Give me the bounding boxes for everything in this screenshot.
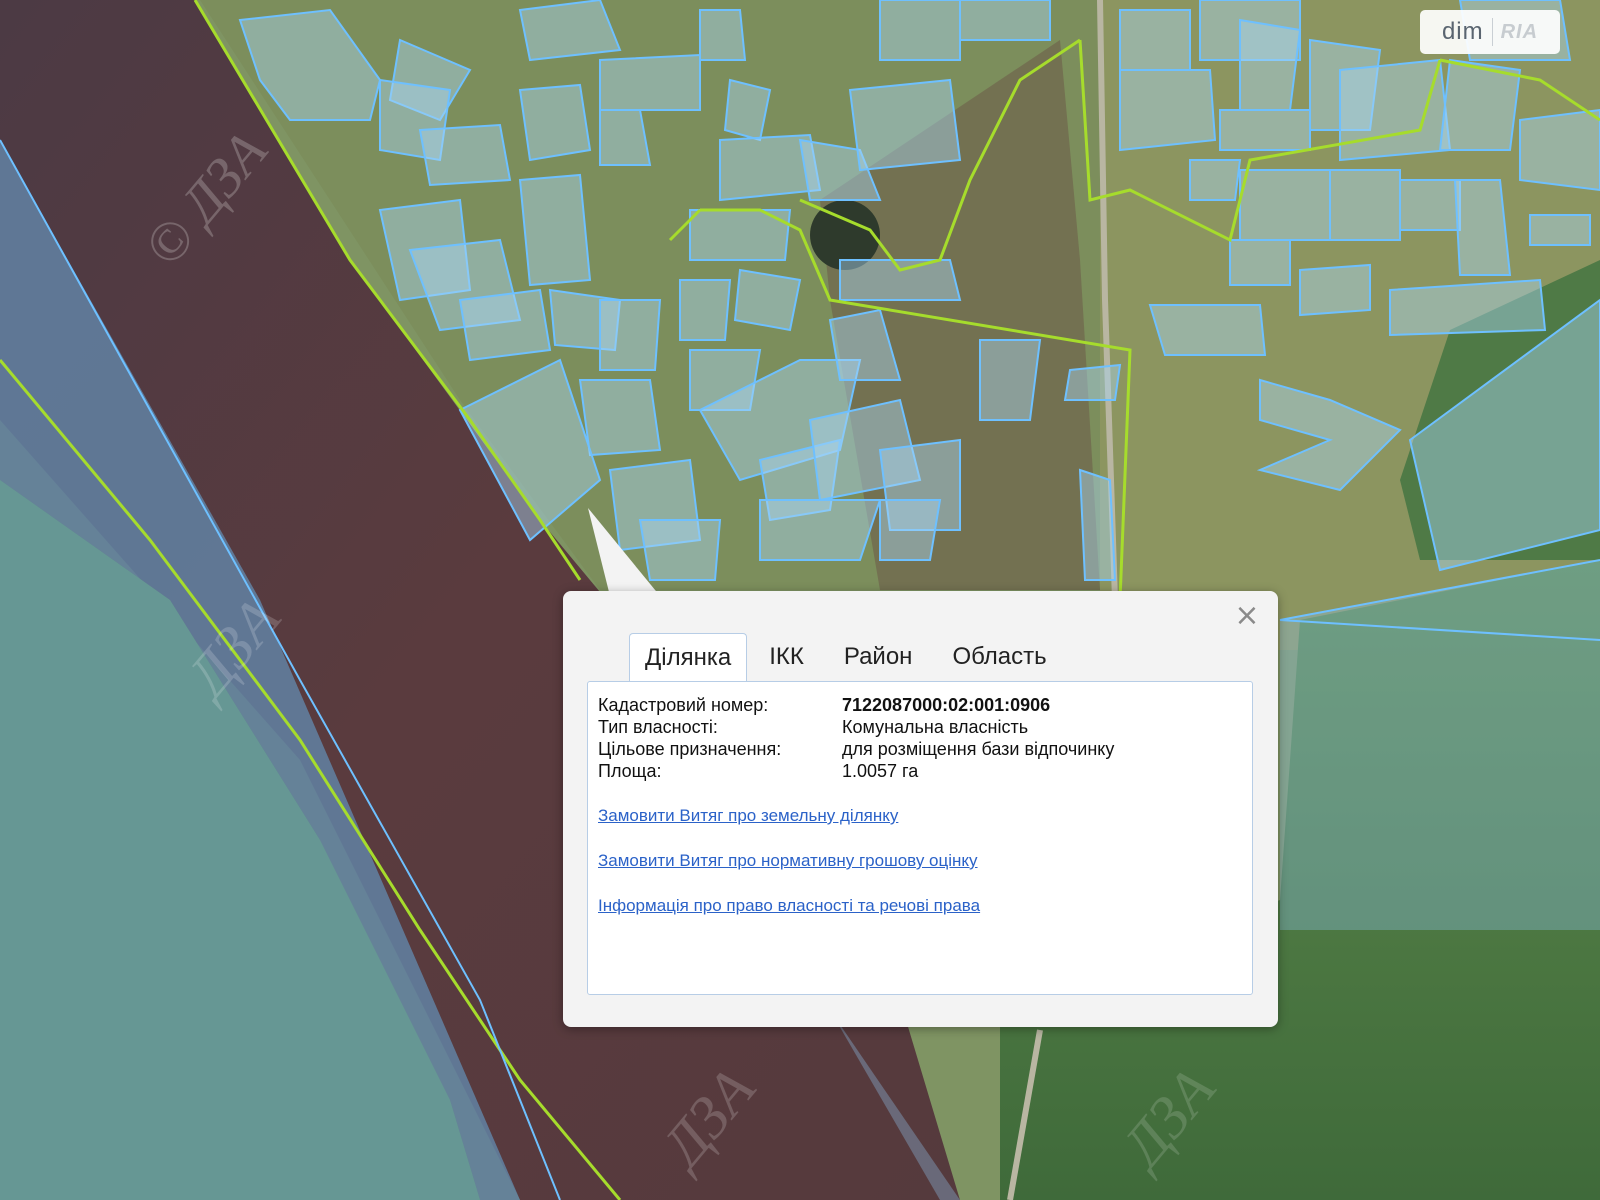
order-land-extract-link[interactable]: Замовити Витяг про земельну ділянку	[598, 805, 980, 827]
attr-row-purpose: Цільове призначення: для розміщення бази…	[598, 738, 1114, 760]
close-icon[interactable]: ×	[1234, 601, 1260, 631]
dimria-logo: dim RIA	[1420, 10, 1560, 54]
logo-divider	[1491, 18, 1493, 46]
logo-dim: dim	[1441, 18, 1484, 45]
attr-row-area: Площа: 1.0057 га	[598, 760, 1114, 782]
attr-label: Кадастровий номер:	[598, 695, 769, 715]
tab-content: Кадастровий номер: 7122087000:02:001:090…	[587, 681, 1253, 995]
ownership-rights-info-link[interactable]: Інформація про право власності та речові…	[598, 895, 980, 917]
tab-district[interactable]: Район	[826, 635, 931, 683]
parcel-info-popup: × Ділянка ІКК Район Область Кадастровий …	[563, 591, 1278, 1027]
attr-label: Тип власності:	[598, 717, 718, 737]
cadastral-number: 7122087000:02:001:0906	[842, 695, 1051, 715]
logo-ria: RIA	[1500, 20, 1539, 43]
tab-ikk[interactable]: ІКК	[751, 635, 822, 683]
attr-label: Цільове призначення:	[598, 739, 782, 759]
attr-row-cadastral: Кадастровий номер: 7122087000:02:001:090…	[598, 694, 1114, 716]
ownership-type: Комунальна власність	[842, 717, 1029, 737]
attr-row-ownership: Тип власності: Комунальна власність	[598, 716, 1114, 738]
order-valuation-extract-link[interactable]: Замовити Витяг про нормативну грошову оц…	[598, 850, 980, 872]
area-value: 1.0057 га	[842, 761, 919, 781]
intended-purpose: для розміщення бази відпочинку	[842, 739, 1115, 759]
parcel-attributes: Кадастровий номер: 7122087000:02:001:090…	[598, 694, 1114, 782]
popup-tabs: Ділянка ІКК Район Область	[629, 632, 1069, 684]
tab-parcel[interactable]: Ділянка	[629, 633, 748, 684]
popup-links: Замовити Витяг про земельну ділянку Замо…	[598, 805, 980, 940]
tab-region[interactable]: Область	[934, 635, 1064, 683]
overlay-bottom-right	[1280, 560, 1600, 930]
attr-label: Площа:	[598, 761, 662, 781]
